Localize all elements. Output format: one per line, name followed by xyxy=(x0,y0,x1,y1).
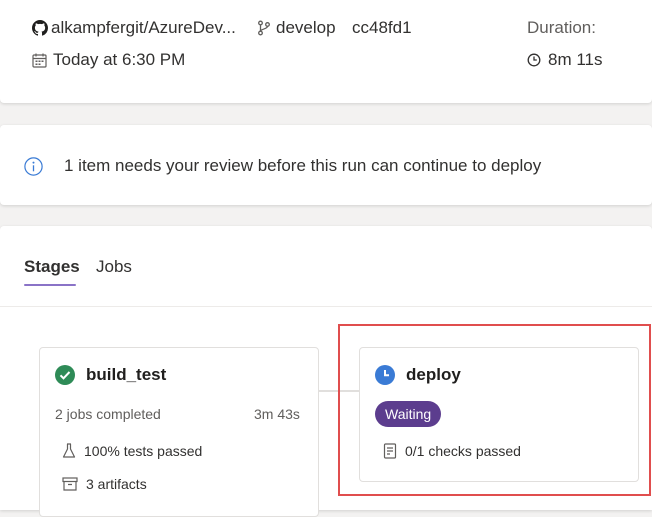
checks-passed-text: 0/1 checks passed xyxy=(405,443,521,459)
active-tab-indicator xyxy=(24,284,76,286)
stage-header-build-test: build_test xyxy=(55,364,166,386)
repo-name: alkampfergit/AzureDev... xyxy=(51,18,236,37)
duration-value-text: 8m 11s xyxy=(548,50,603,69)
waiting-clock-icon xyxy=(375,365,395,385)
info-icon xyxy=(24,156,43,176)
status-badge: Waiting xyxy=(375,401,442,427)
stage-duration-text: 3m 43s xyxy=(254,406,300,422)
stage-name-deploy: deploy xyxy=(406,365,461,384)
tabs-divider xyxy=(0,306,652,307)
artifacts-link[interactable]: 3 artifacts xyxy=(62,474,147,494)
tab-jobs[interactable]: Jobs xyxy=(96,257,132,277)
jobs-completed-text: 2 jobs completed xyxy=(55,406,161,422)
build-test-jobs-status: 2 jobs completed xyxy=(55,405,161,423)
artifact-box-icon xyxy=(62,477,78,491)
branch-icon xyxy=(257,20,271,36)
calendar-icon xyxy=(32,53,47,68)
checks-link[interactable]: 0/1 checks passed xyxy=(383,441,521,461)
stage-header-deploy: deploy xyxy=(375,364,461,386)
clock-icon xyxy=(527,53,541,67)
commit-hash: cc48fd1 xyxy=(352,18,412,37)
tests-passed-text: 100% tests passed xyxy=(84,443,203,459)
tests-summary-link[interactable]: 100% tests passed xyxy=(62,441,202,461)
duration-label-text: Duration: xyxy=(527,18,596,37)
repo-link[interactable]: alkampfergit/AzureDev... xyxy=(32,16,236,40)
flask-icon xyxy=(62,443,76,459)
branch-name: develop xyxy=(276,18,336,37)
github-icon xyxy=(32,20,48,36)
success-check-icon xyxy=(55,365,75,385)
branch-link[interactable]: develop xyxy=(257,16,336,40)
checklist-icon xyxy=(383,443,397,459)
build-test-duration: 3m 43s xyxy=(254,405,300,423)
run-date-text: Today at 6:30 PM xyxy=(53,50,186,69)
tab-stages[interactable]: Stages xyxy=(24,257,80,277)
review-message: 1 item needs your review before this run… xyxy=(24,155,541,177)
artifacts-text: 3 artifacts xyxy=(86,476,147,492)
stage-name-build-test: build_test xyxy=(86,365,167,384)
run-date: Today at 6:30 PM xyxy=(32,48,185,72)
duration-label: Duration: xyxy=(527,16,596,40)
commit-link[interactable]: cc48fd1 xyxy=(352,16,412,40)
duration-value: 8m 11s xyxy=(527,48,603,72)
review-text: 1 item needs your review before this run… xyxy=(64,156,542,175)
